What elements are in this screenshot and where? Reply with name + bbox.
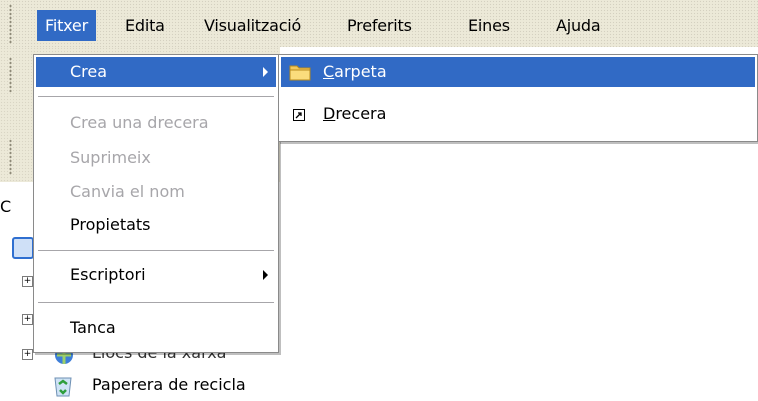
menu-item-crea[interactable]: Crea bbox=[36, 57, 276, 87]
file-menu: Crea Crea una drecera Suprimeix Canvia e… bbox=[33, 54, 279, 353]
label-rest: recera bbox=[335, 104, 387, 123]
tree-expander-icon[interactable]: + bbox=[22, 349, 33, 360]
menu-preferits-label: Preferits bbox=[347, 16, 412, 35]
label-rest: arpeta bbox=[334, 62, 387, 81]
menu-item-crea-label: Crea bbox=[70, 62, 108, 81]
menu-separator bbox=[38, 302, 274, 303]
submenu-item-drecera-label: Drecera bbox=[323, 99, 386, 129]
menu-ajuda-label: Ajuda bbox=[556, 16, 601, 35]
menu-eines-label: Eines bbox=[468, 16, 510, 35]
submenu-arrow-icon bbox=[263, 270, 268, 280]
menu-item-canvia-nom-label: Canvia el nom bbox=[70, 182, 185, 201]
menu-item-propietats[interactable]: Propietats bbox=[36, 210, 276, 240]
submenu-item-drecera[interactable]: Drecera bbox=[281, 99, 755, 129]
access-key: C bbox=[323, 62, 335, 81]
menu-item-tanca-label: Tanca bbox=[70, 318, 116, 337]
menu-item-escriptori[interactable]: Escriptori bbox=[36, 260, 276, 290]
tree-expander-icon[interactable]: + bbox=[22, 276, 33, 287]
menu-eines[interactable]: Eines bbox=[468, 10, 510, 41]
menu-visualitzacio[interactable]: Visualització bbox=[204, 10, 301, 41]
menu-item-propietats-label: Propietats bbox=[70, 215, 151, 234]
menu-edita[interactable]: Edita bbox=[125, 10, 165, 41]
new-submenu: Carpeta Drecera bbox=[278, 54, 758, 142]
menu-item-escriptori-label: Escriptori bbox=[70, 265, 146, 284]
folder-pane-title-partial: C bbox=[0, 197, 12, 216]
menu-item-canvia-nom[interactable]: Canvia el nom bbox=[36, 177, 276, 207]
menu-item-tanca[interactable]: Tanca bbox=[36, 313, 276, 343]
menu-bar: Fitxer Edita Visualització Preferits Ein… bbox=[0, 0, 758, 47]
toolbar-grip-2[interactable] bbox=[9, 57, 12, 93]
menu-preferits[interactable]: Preferits bbox=[347, 10, 412, 41]
toolbar-grip[interactable] bbox=[9, 4, 12, 44]
folder-icon bbox=[289, 65, 311, 81]
menu-ajuda[interactable]: Ajuda bbox=[556, 10, 601, 41]
desktop-icon[interactable] bbox=[12, 237, 34, 259]
submenu-item-carpeta-label: Carpeta bbox=[323, 57, 387, 87]
menu-fitxer[interactable]: Fitxer bbox=[37, 10, 96, 41]
submenu-arrow-icon bbox=[263, 67, 268, 77]
menu-item-suprimeix[interactable]: Suprimeix bbox=[36, 143, 276, 173]
menu-separator bbox=[38, 96, 274, 97]
tree-expander-icon[interactable]: + bbox=[22, 314, 33, 325]
menu-item-suprimeix-label: Suprimeix bbox=[70, 148, 151, 167]
access-key: D bbox=[323, 104, 336, 123]
menu-separator bbox=[38, 250, 274, 251]
shortcut-icon bbox=[293, 109, 305, 121]
submenu-item-carpeta[interactable]: Carpeta bbox=[281, 57, 755, 87]
menu-item-crea-drecera-label: Crea una drecera bbox=[70, 113, 209, 132]
menu-fitxer-label: Fitxer bbox=[45, 16, 88, 35]
toolbar-grip-3[interactable] bbox=[9, 139, 12, 175]
tree-item-recycle-bin[interactable]: Paperera de recicla bbox=[92, 375, 246, 394]
menu-item-crea-drecera[interactable]: Crea una drecera bbox=[36, 108, 276, 138]
recycle-bin-icon bbox=[54, 377, 72, 397]
menu-visualitzacio-label: Visualització bbox=[204, 16, 302, 35]
menu-edita-label: Edita bbox=[125, 16, 165, 35]
